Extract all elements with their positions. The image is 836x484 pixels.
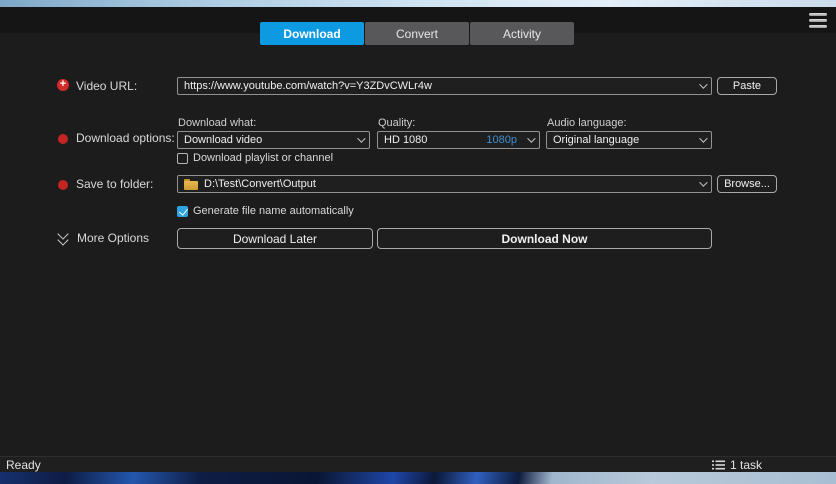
paste-button[interactable]: Paste bbox=[717, 77, 777, 95]
task-count-text: 1 task bbox=[729, 457, 762, 472]
tab-download[interactable]: Download bbox=[260, 22, 364, 45]
playlist-checkbox[interactable] bbox=[177, 152, 188, 164]
download-options-label: Download options: bbox=[76, 131, 175, 145]
screen: Download Convert Activity + Video URL: h… bbox=[0, 0, 836, 484]
download-what-label: Download what: bbox=[178, 117, 257, 129]
quality-value: HD 1080 bbox=[384, 134, 428, 146]
required-dot-icon bbox=[58, 134, 68, 144]
task-counter[interactable]: 1 task bbox=[711, 457, 762, 472]
save-folder-label: Save to folder: bbox=[76, 177, 154, 191]
download-later-button[interactable]: Download Later bbox=[177, 228, 373, 249]
video-url-combobox[interactable]: https://www.youtube.com/watch?v=Y3ZDvCWL… bbox=[177, 77, 712, 95]
browse-button[interactable]: Browse... bbox=[717, 175, 777, 193]
autoname-checkbox-row[interactable]: Generate file name automatically bbox=[177, 205, 354, 217]
audio-language-label: Audio language: bbox=[547, 117, 627, 129]
more-options-label[interactable]: More Options bbox=[77, 231, 149, 245]
quality-select[interactable]: HD 1080 1080p bbox=[377, 131, 540, 149]
audio-language-select[interactable]: Original language bbox=[546, 131, 712, 149]
desktop-wallpaper-top bbox=[0, 0, 836, 7]
tab-bar: Download Convert Activity bbox=[260, 22, 575, 45]
chevron-down-icon[interactable] bbox=[699, 178, 708, 187]
audio-language-value: Original language bbox=[553, 134, 640, 146]
quality-label: Quality: bbox=[378, 117, 416, 129]
status-ready-text: Ready bbox=[6, 457, 41, 472]
download-what-value: Download video bbox=[184, 134, 263, 146]
playlist-checkbox-row[interactable]: Download playlist or channel bbox=[177, 152, 333, 164]
autoname-checkbox-label: Generate file name automatically bbox=[193, 205, 354, 217]
chevron-down-icon[interactable] bbox=[357, 134, 366, 143]
chevron-down-icon[interactable] bbox=[699, 134, 708, 143]
video-url-value: https://www.youtube.com/watch?v=Y3ZDvCWL… bbox=[184, 80, 432, 92]
quality-resolution-badge: 1080p bbox=[486, 134, 517, 146]
chevron-down-icon[interactable] bbox=[699, 80, 708, 89]
task-list-icon bbox=[711, 460, 725, 469]
folder-icon bbox=[184, 178, 198, 190]
save-folder-combobox[interactable]: D:\Test\Convert\Output bbox=[177, 175, 712, 193]
more-options-chevrons-icon[interactable] bbox=[57, 228, 71, 246]
download-what-select[interactable]: Download video bbox=[177, 131, 370, 149]
required-dot-icon bbox=[58, 180, 68, 190]
save-folder-value: D:\Test\Convert\Output bbox=[204, 178, 316, 190]
video-url-label: Video URL: bbox=[76, 79, 138, 93]
playlist-checkbox-label: Download playlist or channel bbox=[193, 152, 334, 164]
autoname-checkbox[interactable] bbox=[177, 205, 188, 217]
tab-convert[interactable]: Convert bbox=[365, 22, 469, 45]
desktop-wallpaper-bottom bbox=[0, 472, 836, 484]
required-plus-icon: + bbox=[57, 79, 69, 91]
download-now-button[interactable]: Download Now bbox=[377, 228, 712, 249]
menu-hamburger-icon[interactable] bbox=[809, 13, 827, 28]
tab-activity[interactable]: Activity bbox=[470, 22, 574, 45]
status-bar: Ready 1 task bbox=[0, 456, 836, 472]
chevron-down-icon[interactable] bbox=[527, 134, 536, 143]
app-window: Download Convert Activity + Video URL: h… bbox=[0, 7, 836, 472]
